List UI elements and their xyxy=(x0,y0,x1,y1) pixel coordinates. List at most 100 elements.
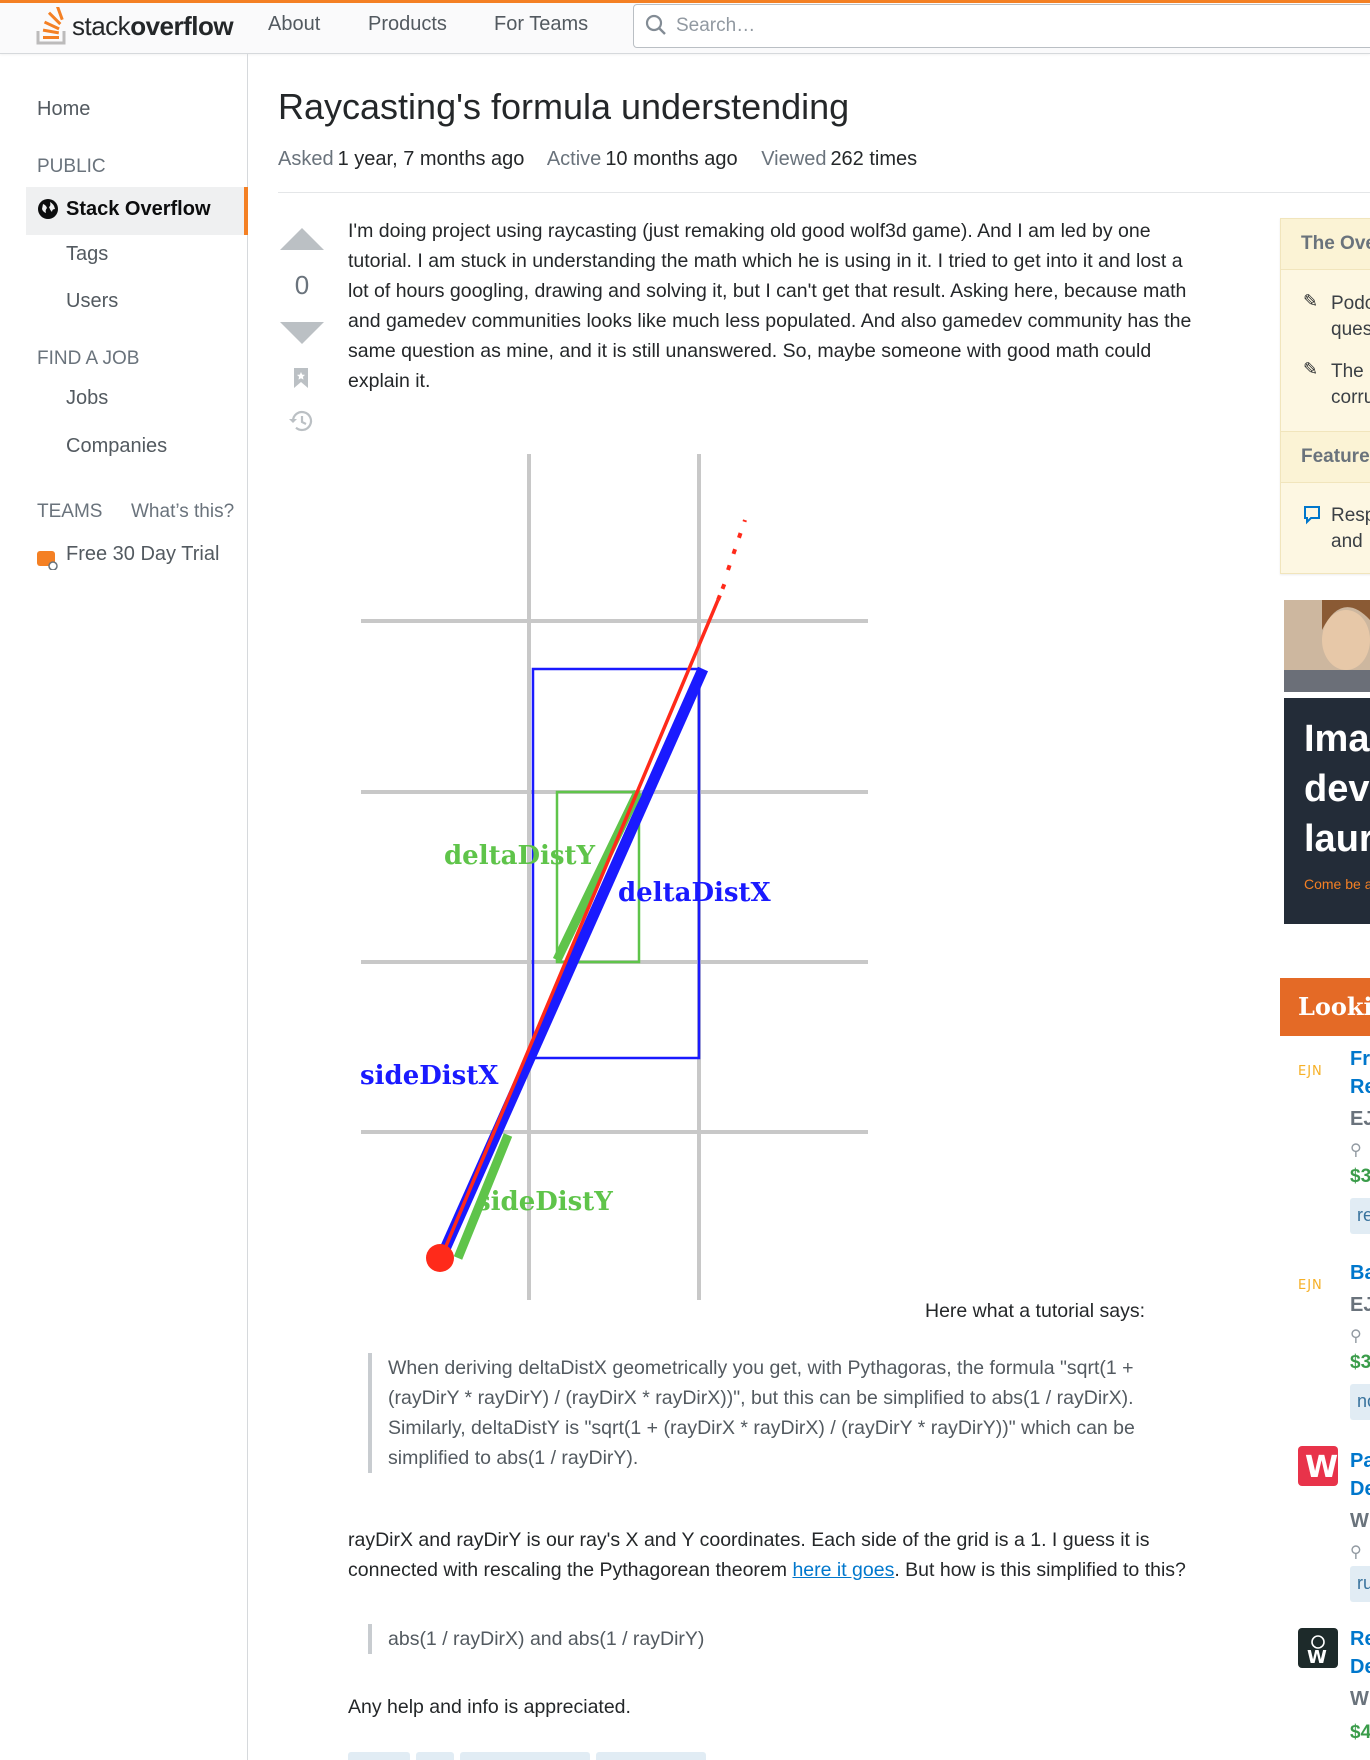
tag[interactable] xyxy=(348,1752,410,1760)
raycasting-diagram[interactable]: deltaDistY deltaDistX sideDistX sideDist… xyxy=(348,440,888,1310)
blog-link-2a[interactable]: The xyxy=(1331,359,1364,385)
jobs-widget-header: Lookin xyxy=(1280,978,1370,1036)
job-title-4b[interactable]: De xyxy=(1350,1656,1370,1679)
formula-quote: abs(1 / rayDirX) and abs(1 / rayDirY) xyxy=(368,1624,1168,1654)
location-pin-icon: ⚲ xyxy=(1350,1328,1362,1345)
question-body-paragraph-2: rayDirX and rayDirY is our ray's X and Y… xyxy=(348,1525,1228,1585)
teams-briefcase-icon xyxy=(37,551,58,570)
job-tag-1-label: re xyxy=(1357,1205,1370,1225)
history-icon[interactable] xyxy=(288,409,314,433)
job-title-2[interactable]: Ba xyxy=(1350,1262,1370,1285)
logo-word-overflow: overflow xyxy=(130,10,234,41)
sidebar-item-tags[interactable]: Tags xyxy=(66,243,108,266)
sidebar-heading-public: PUBLIC xyxy=(37,156,106,177)
sidebar-item-home[interactable]: Home xyxy=(37,98,90,121)
stackoverflow-logo[interactable]: stackoverflow xyxy=(36,5,234,47)
ad-subtext: Come be a xyxy=(1304,876,1370,892)
body-line: tutorial. I am stuck in understanding th… xyxy=(348,250,1183,272)
w-logo-icon: W xyxy=(1298,1446,1338,1486)
tag[interactable] xyxy=(460,1752,590,1760)
body-line: same question as mine, and it is still u… xyxy=(348,340,1152,362)
job-tag-2-label: no xyxy=(1357,1391,1370,1411)
header-divider xyxy=(278,192,1370,193)
sidebar-item-companies[interactable]: Companies xyxy=(66,435,167,458)
ad-headline-2: dev xyxy=(1304,768,1370,810)
sidebar-heading-find-a-job: FIND A JOB xyxy=(37,348,140,369)
blog-link-1a[interactable]: Podc xyxy=(1331,291,1370,317)
ad-person-image xyxy=(1284,600,1370,692)
quote-line: When deriving deltaDistX geometrically y… xyxy=(388,1357,1134,1379)
job-title-3a[interactable]: Pa xyxy=(1350,1450,1370,1473)
question-body-paragraph: I'm doing project using raycasting (just… xyxy=(348,216,1228,396)
ad-photo[interactable] xyxy=(1284,600,1370,692)
globe-icon xyxy=(38,199,58,219)
nav-products[interactable]: Products xyxy=(368,13,447,36)
job-salary-1: $3 xyxy=(1350,1166,1370,1187)
sidebar-item-users[interactable]: Users xyxy=(66,290,118,313)
question-title[interactable]: Raycasting's formula understending xyxy=(278,86,849,128)
nav-for-teams[interactable]: For Teams xyxy=(494,13,588,36)
quote-line: simplified to abs(1 / rayDirY). xyxy=(388,1447,639,1469)
ad-headline-1: Ima xyxy=(1304,718,1370,760)
quote-line: abs(1 / rayDirX) and abs(1 / rayDirY) xyxy=(388,1628,705,1650)
svg-text:W: W xyxy=(1307,1647,1327,1668)
job-salary-2: $3 xyxy=(1350,1352,1370,1373)
body-line: rayDirX and rayDirY is our ray's X and Y… xyxy=(348,1529,1150,1551)
job-company-3: W xyxy=(1350,1510,1369,1532)
logo-word-stack: stack xyxy=(72,10,131,41)
tag[interactable] xyxy=(416,1752,454,1760)
featured-meta-title: Feature xyxy=(1301,446,1370,467)
vote-count: 0 xyxy=(294,270,310,300)
featured-meta-header: Feature xyxy=(1281,431,1370,483)
nav-about[interactable]: About xyxy=(268,13,320,36)
overflow-blog-header: The Ove xyxy=(1281,218,1370,270)
sidebar-item-free-trial[interactable]: Free 30 Day Trial xyxy=(66,543,219,566)
closing-line: Any help and info is appreciated. xyxy=(348,1696,631,1718)
job-title-1b[interactable]: Re xyxy=(1350,1076,1370,1099)
search-input[interactable]: Search… xyxy=(633,4,1370,48)
sidebar-item-jobs[interactable]: Jobs xyxy=(66,387,108,410)
ejn-logo-icon: EJN xyxy=(1298,1278,1322,1293)
speech-bubble-icon xyxy=(1304,506,1320,525)
featured-link-b[interactable]: and xyxy=(1331,529,1363,555)
job-title-1a[interactable]: Fr xyxy=(1350,1048,1370,1071)
quote-line: Similarly, deltaDistY is "sqrt(1 + (rayD… xyxy=(388,1417,1135,1439)
tutorial-caption: Here what a tutorial says: xyxy=(925,1300,1146,1322)
overflow-blog-widget: The Ove ✎ Podc ques ✎ The corru Feature … xyxy=(1280,218,1370,574)
viewed-label: Viewed xyxy=(761,148,827,170)
ad-headline-3: laur xyxy=(1304,818,1370,860)
body-line: explain it. xyxy=(348,370,431,392)
quote-line: (rayDirY * rayDirY) / (rayDirX * rayDirX… xyxy=(388,1387,1134,1409)
search-placeholder: Search… xyxy=(676,15,756,36)
active-value[interactable]: 10 months ago xyxy=(605,148,737,170)
label-deltadistx: deltaDistX xyxy=(618,878,772,908)
top-bar: stackoverflow About Products For Teams S… xyxy=(0,0,1370,54)
pythagorean-link[interactable]: here it goes xyxy=(792,1559,894,1581)
question-meta: Asked 1 year, 7 months ago Active 10 month… xyxy=(278,148,935,171)
label-deltadisty: deltaDistY xyxy=(444,841,596,871)
label-sidedistx: sideDistX xyxy=(360,1061,499,1091)
location-pin-icon: ⚲ xyxy=(1350,1142,1362,1159)
job-tag-3-label: ru xyxy=(1357,1573,1370,1593)
pencil-icon: ✎ xyxy=(1303,291,1319,311)
job-title-4a[interactable]: Re xyxy=(1350,1628,1370,1651)
tag[interactable] xyxy=(596,1752,706,1760)
asked-label: Asked xyxy=(278,148,334,170)
upvote-button[interactable] xyxy=(280,228,324,250)
job-title-3b[interactable]: De xyxy=(1350,1478,1370,1501)
body-text: connected with rescaling the Pythagorean… xyxy=(348,1559,793,1581)
job-company-2: EJ xyxy=(1350,1294,1370,1316)
featured-link-a[interactable]: Resp xyxy=(1331,503,1370,529)
blog-link-2b[interactable]: corru xyxy=(1331,385,1370,411)
w-logo-icon: W xyxy=(1298,1628,1338,1668)
bookmark-icon[interactable] xyxy=(292,367,310,389)
body-text: . But how is this simplified to this? xyxy=(894,1559,1186,1581)
ejn-logo-icon: EJN xyxy=(1298,1064,1322,1079)
job-company-1: EJ xyxy=(1350,1108,1370,1130)
ad-banner[interactable]: Ima dev laur Come be a xyxy=(1284,698,1370,924)
blog-link-1b[interactable]: ques xyxy=(1331,317,1370,343)
teams-whats-this-link[interactable]: What’s this? xyxy=(131,501,234,523)
sidebar-item-stack-overflow-label: Stack Overflow xyxy=(66,198,211,220)
downvote-button[interactable] xyxy=(280,322,324,344)
body-line: connected with rescaling the Pythagorean… xyxy=(348,1555,1228,1585)
